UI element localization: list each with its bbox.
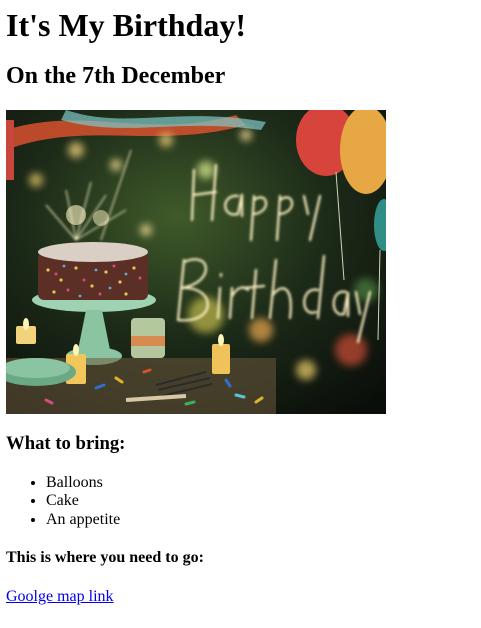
- bring-list: Balloons Cake An appetite: [6, 474, 120, 529]
- list-item: Balloons: [46, 474, 120, 492]
- location-heading: This is where you need to go:: [6, 549, 204, 566]
- list-item: Cake: [46, 492, 120, 510]
- page-title: It's My Birthday!: [6, 7, 246, 43]
- list-item: An appetite: [46, 511, 120, 529]
- google-map-link[interactable]: Goolge map link: [6, 588, 114, 606]
- event-date: On the 7th December: [6, 63, 226, 89]
- birthday-cake-image: [6, 110, 386, 414]
- what-to-bring-heading: What to bring:: [6, 433, 126, 454]
